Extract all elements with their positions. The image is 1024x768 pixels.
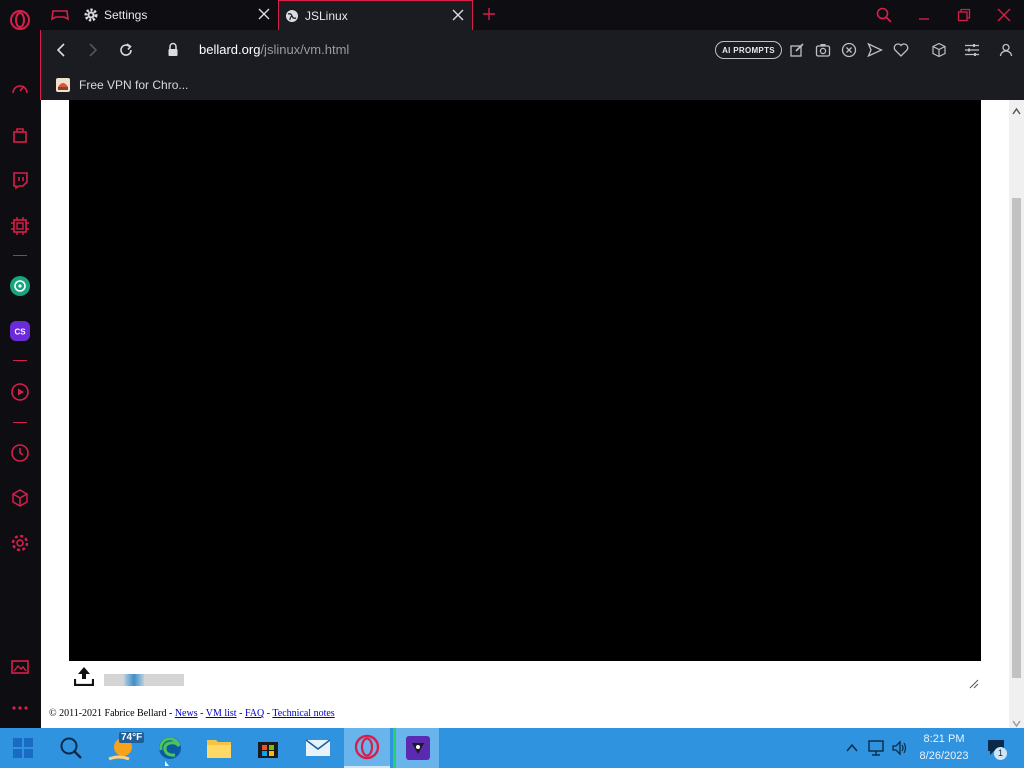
address-bar: bellard.org/jslinux/vm.html AI PROMPTS [40,30,1024,70]
page-scrollbar[interactable] [1009,100,1024,728]
start-windows-icon[interactable] [0,728,46,768]
resize-grip-icon[interactable] [969,676,979,689]
chatgpt-icon[interactable] [8,274,32,298]
vm-list-link[interactable]: VM list [206,708,237,719]
footer-separator: - [197,708,206,719]
volume-speaker-icon[interactable] [891,739,909,757]
scrollbar-thumb[interactable] [1012,198,1021,678]
opera-logo-icon[interactable] [8,8,32,32]
clock-date: 8/26/2023 [919,750,969,762]
url-host: bellard.org [199,42,261,57]
heart-icon[interactable] [893,42,909,58]
search-tabs-icon[interactable] [876,7,892,23]
edge-browser-icon[interactable] [147,728,193,768]
mail-icon[interactable] [295,728,341,768]
copyright-text: © 2011-2021 Fabrice Bellard - [49,708,175,719]
faq-link[interactable]: FAQ [245,708,264,719]
twitch-icon[interactable] [8,168,32,192]
restore-window-icon[interactable] [957,8,971,22]
bookmark-label: Free VPN for Chro... [79,78,189,92]
svg-text:CS: CS [14,328,26,337]
tab-strip: Settings JSLinux [40,0,1024,30]
tab-label: Settings [104,8,148,22]
tab-label: JSLinux [305,8,348,23]
sidebar-divider [13,255,27,256]
notification-center-icon[interactable]: 1 [986,738,1008,760]
close-tab-icon[interactable] [258,8,270,20]
close-window-icon[interactable] [997,8,1011,22]
footer-separator: - [236,708,245,719]
shopping-bag-icon[interactable] [8,123,32,147]
sidebar-divider [13,422,27,423]
progress-fill [124,674,144,686]
cpu-control-icon[interactable] [8,214,32,238]
page-footer: © 2011-2021 Fabrice Bellard - News - VM … [49,708,335,719]
easy-setup-sliders-icon[interactable] [964,42,980,58]
gear-icon [84,8,98,22]
extensions-box-icon[interactable] [931,42,947,58]
edit-pencil-icon[interactable] [789,42,805,58]
tab-settings[interactable]: Settings [80,0,278,30]
lock-icon[interactable] [167,42,179,57]
send-arrow-icon[interactable] [867,42,884,58]
vpn-app-taskbar-button[interactable] [393,728,439,768]
profile-user-icon[interactable] [998,42,1014,58]
microsoft-store-icon[interactable] [245,728,291,768]
weather-widget[interactable]: 74°F [97,728,145,768]
notification-count-badge: 1 [994,747,1007,760]
scroll-down-arrow-icon[interactable] [1012,715,1021,728]
history-icon[interactable] [8,441,32,465]
windows-taskbar: 74°F 8:21 PM 8/26/2023 1 [0,728,1024,768]
globe-icon [285,9,299,23]
back-arrow-icon[interactable] [53,42,69,58]
vpn-extension-icon [55,77,71,93]
forward-arrow-icon[interactable] [85,42,101,58]
bookmark-free-vpn[interactable]: Free VPN for Chro... [55,76,188,94]
system-clock[interactable]: 8:21 PM 8/26/2023 [912,731,976,765]
new-tab-plus-icon[interactable] [482,7,496,21]
chatsonic-icon[interactable]: CS [8,319,32,343]
mouse-cursor-icon [165,761,169,766]
close-tab-icon[interactable] [452,9,464,21]
clock-time: 8:21 PM [923,733,965,745]
minimize-icon[interactable] [917,8,931,22]
jslinux-terminal-screen[interactable] [69,100,981,661]
more-dots-icon[interactable] [8,696,32,720]
opera-sidebar: CS [0,0,40,728]
news-link[interactable]: News [175,708,198,719]
ad-block-icon[interactable] [841,42,857,58]
search-icon[interactable] [48,728,94,768]
network-icon[interactable] [867,739,885,757]
gx-game-controller-icon[interactable] [50,6,70,24]
opera-gx-taskbar-button[interactable] [344,728,390,768]
weather-temperature: 74°F [119,732,145,743]
upload-progress-bar [104,674,184,686]
player-icon[interactable] [8,380,32,404]
show-hidden-icons-chevron-icon[interactable] [845,741,859,755]
url-path: /jslinux/vm.html [260,42,350,57]
extensions-cube-icon[interactable] [8,486,32,510]
sidebar-divider [13,360,27,361]
technical-notes-link[interactable]: Technical notes [272,708,334,719]
snapshot-camera-icon[interactable] [815,42,831,58]
settings-gear-icon[interactable] [8,531,32,555]
web-page: © 2011-2021 Fabrice Bellard - News - VM … [41,100,1009,728]
speed-dial-icon[interactable] [8,77,32,101]
scroll-up-arrow-icon[interactable] [1012,103,1021,115]
tab-jslinux[interactable]: JSLinux [278,0,473,30]
reload-icon[interactable] [118,42,134,58]
wallpaper-image-icon[interactable] [8,655,32,679]
bookmarks-bar: Free VPN for Chro... [40,70,1024,100]
upload-icon[interactable] [73,666,95,687]
file-explorer-icon[interactable] [196,728,242,768]
ai-prompts-button[interactable]: AI PROMPTS [715,41,782,59]
url-field[interactable]: bellard.org/jslinux/vm.html [199,42,349,57]
